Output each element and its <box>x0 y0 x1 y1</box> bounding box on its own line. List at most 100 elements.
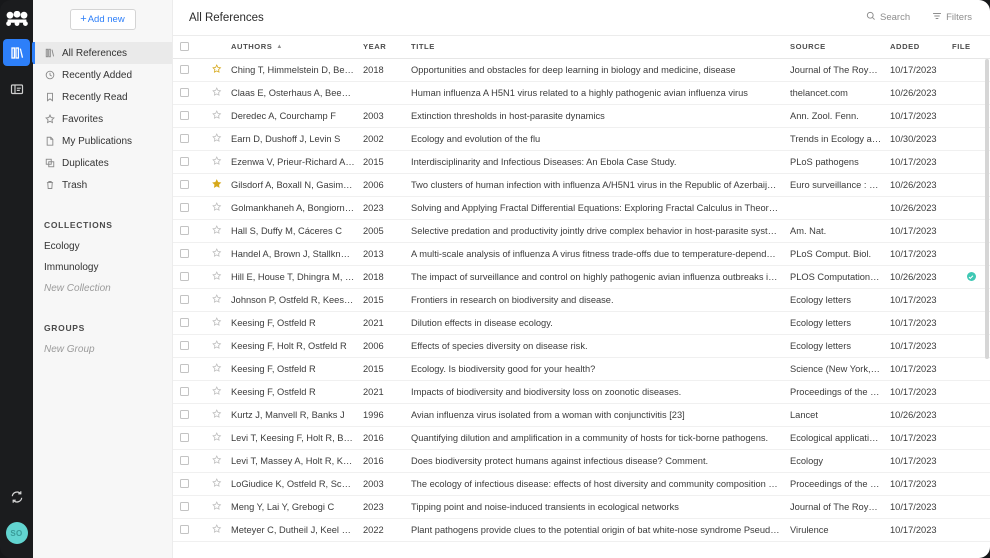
sidebar-item-trash[interactable]: Trash <box>33 174 172 196</box>
favorite-star-icon[interactable] <box>212 431 231 444</box>
row-checkbox[interactable] <box>179 249 189 258</box>
table-row[interactable]: Keesing F, Ostfeld R 2021 Dilution effects… <box>173 311 990 335</box>
new-collection-button[interactable]: New Collection <box>33 278 172 299</box>
column-header-year[interactable]: YEAR <box>363 36 411 59</box>
row-checkbox[interactable] <box>179 203 189 212</box>
table-row[interactable]: Keesing F, Ostfeld R 2015 Ecology. Is biod… <box>173 357 990 381</box>
favorite-star-icon[interactable] <box>212 339 231 352</box>
collection-item-immunology[interactable]: Immunology <box>33 257 172 278</box>
favorite-cell <box>212 380 231 404</box>
favorite-star-icon[interactable] <box>212 63 231 76</box>
favorite-star-icon[interactable] <box>212 155 231 168</box>
select-all-checkbox[interactable] <box>179 42 189 52</box>
row-checkbox[interactable] <box>179 433 189 442</box>
favorite-cell <box>212 495 231 519</box>
favorite-star-icon[interactable] <box>212 316 231 329</box>
row-checkbox[interactable] <box>179 318 189 327</box>
scrollbar-thumb[interactable] <box>985 59 989 359</box>
favorite-star-icon[interactable] <box>212 362 231 375</box>
column-header-title[interactable]: TITLE <box>411 36 790 59</box>
sidebar-item-recently-added[interactable]: Recently Added <box>33 64 172 86</box>
row-checkbox[interactable] <box>179 65 189 74</box>
table-row[interactable]: Golmankhaneh A, Bongiorno D 2023 Solving a… <box>173 196 990 220</box>
favorite-star-icon[interactable] <box>212 86 231 99</box>
filters-button[interactable]: Filters <box>932 11 972 24</box>
row-checkbox[interactable] <box>179 180 189 189</box>
add-new-button[interactable]: + Add new <box>69 9 136 30</box>
row-checkbox[interactable] <box>179 111 189 120</box>
favorite-star-icon[interactable] <box>212 293 231 306</box>
column-header-source[interactable]: SOURCE <box>790 36 890 59</box>
sidebar-item-duplicates[interactable]: Duplicates <box>33 152 172 174</box>
row-checkbox[interactable] <box>179 134 189 143</box>
row-checkbox[interactable] <box>179 295 189 304</box>
row-checkbox[interactable] <box>179 479 189 488</box>
cell-authors: Hall S, Duffy M, Cáceres C <box>231 219 363 243</box>
unread-cell <box>195 426 212 450</box>
new-group-button[interactable]: New Group <box>33 339 172 360</box>
row-checkbox[interactable] <box>179 456 189 465</box>
table-row[interactable]: Earn D, Dushoff J, Levin S 2002 Ecology an… <box>173 127 990 151</box>
row-checkbox[interactable] <box>179 272 189 281</box>
table-row[interactable]: Meteyer C, Dutheil J, Keel M, B… 2022 Plan… <box>173 518 990 542</box>
table-row[interactable]: Hill E, House T, Dhingra M, Kal… 2018 The … <box>173 265 990 289</box>
column-header-file[interactable]: FILE <box>952 36 990 59</box>
sidebar-item-my-publications[interactable]: My Publications <box>33 130 172 152</box>
search-icon <box>866 11 876 24</box>
favorite-cell <box>212 242 231 266</box>
favorite-star-icon[interactable] <box>212 523 231 536</box>
row-checkbox[interactable] <box>179 364 189 373</box>
favorite-star-icon[interactable] <box>212 385 231 398</box>
search-button[interactable]: Search <box>866 11 910 24</box>
table-row[interactable]: Levi T, Massey A, Holt R, Keesi… 2016 Does… <box>173 449 990 473</box>
cell-source: Ecology letters <box>790 334 890 358</box>
collection-item-ecology[interactable]: Ecology <box>33 236 172 257</box>
row-checkbox[interactable] <box>179 88 189 97</box>
row-checkbox[interactable] <box>179 341 189 350</box>
table-row[interactable]: Keesing F, Holt R, Ostfeld R 2006 Effects … <box>173 334 990 358</box>
table-row[interactable]: Handel A, Brown J, Stallknecht … 2013 A mu… <box>173 242 990 266</box>
favorite-star-icon[interactable] <box>212 224 231 237</box>
row-checkbox[interactable] <box>179 502 189 511</box>
table-row[interactable]: Claas E, Osterhaus A, Beek R, … Human inf… <box>173 81 990 105</box>
rail-button-library[interactable] <box>3 39 36 66</box>
table-row[interactable]: Ezenwa V, Prieur-Richard A, Ro… 2015 Inter… <box>173 150 990 174</box>
table-row[interactable]: Keesing F, Ostfeld R 2021 Impacts of biodi… <box>173 380 990 404</box>
column-header-authors[interactable]: AUTHORS ▲ <box>231 36 363 59</box>
favorite-star-icon[interactable] <box>212 500 231 513</box>
row-checkbox[interactable] <box>179 410 189 419</box>
table-row[interactable]: Meng Y, Lai Y, Grebogi C 2023 Tipping poin… <box>173 495 990 519</box>
sidebar-item-all-references[interactable]: All References <box>33 42 172 64</box>
row-checkbox[interactable] <box>179 525 189 534</box>
favorite-star-icon[interactable] <box>212 201 231 214</box>
row-checkbox[interactable] <box>179 226 189 235</box>
table-row[interactable]: Deredec A, Courchamp F 2003 Extinction thr… <box>173 104 990 128</box>
table-row[interactable]: Hall S, Duffy M, Cáceres C 2005 Selective … <box>173 219 990 243</box>
favorite-star-icon[interactable] <box>212 178 231 191</box>
file-attached-icon[interactable] <box>966 272 976 281</box>
table-row[interactable]: Kurtz J, Manvell R, Banks J 1996 Avian inf… <box>173 403 990 427</box>
cell-title: Two clusters of human infection with inf… <box>411 173 790 197</box>
table-row[interactable]: Levi T, Keesing F, Holt R, Barfie… 2016 Qu… <box>173 426 990 450</box>
column-header-added[interactable]: ADDED <box>890 36 952 59</box>
table-row[interactable]: Gilsdorf A, Boxall N, Gasimov V… 2006 Two … <box>173 173 990 197</box>
row-checkbox[interactable] <box>179 157 189 166</box>
favorite-star-icon[interactable] <box>212 247 231 260</box>
rail-button-notebook[interactable] <box>3 75 30 102</box>
sidebar-item-recently-read[interactable]: Recently Read <box>33 86 172 108</box>
sidebar-item-favorites[interactable]: Favorites <box>33 108 172 130</box>
favorite-star-icon[interactable] <box>212 454 231 467</box>
vertical-scrollbar[interactable] <box>985 59 989 479</box>
favorite-star-icon[interactable] <box>212 132 231 145</box>
favorite-star-icon[interactable] <box>212 270 231 283</box>
favorite-star-icon[interactable] <box>212 477 231 490</box>
groups-list: New Group <box>33 339 172 360</box>
sync-icon[interactable] <box>3 483 30 510</box>
favorite-star-icon[interactable] <box>212 109 231 122</box>
table-row[interactable]: LoGiudice K, Ostfeld R, Schmid… 2003 The e… <box>173 472 990 496</box>
avatar[interactable]: SO <box>5 522 28 544</box>
favorite-star-icon[interactable] <box>212 408 231 421</box>
table-row[interactable]: Ching T, Himmelstein D, Beauli… 2018 Oppor… <box>173 58 990 82</box>
table-row[interactable]: Johnson P, Ostfeld R, Keesing F 2015 Front… <box>173 288 990 312</box>
row-checkbox[interactable] <box>179 387 189 396</box>
